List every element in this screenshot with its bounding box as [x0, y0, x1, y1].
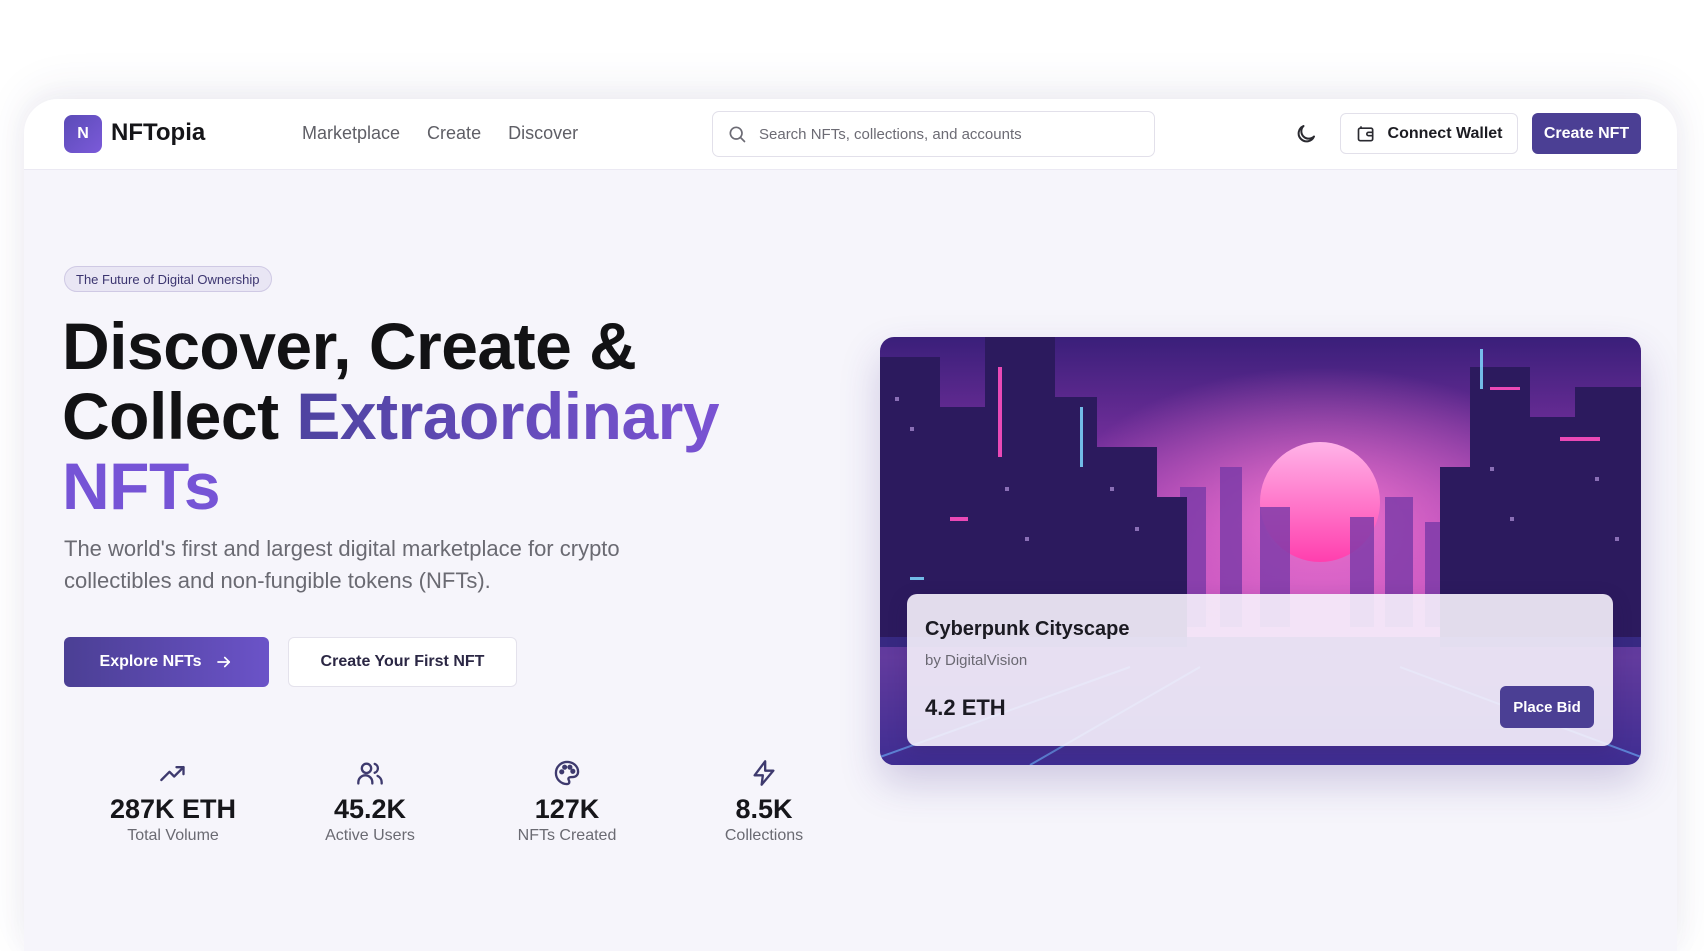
users-icon [357, 762, 383, 785]
nft-title[interactable]: Cyberpunk Cityscape [925, 618, 1130, 641]
create-nft-button[interactable]: Create NFT [1532, 113, 1641, 154]
navbar: N NFTopia Marketplace Create Discover Co… [24, 99, 1677, 170]
moon-icon[interactable] [1294, 122, 1318, 146]
hero-headline: Discover, Create & Collect Extraordinary… [62, 311, 822, 521]
nft-info-panel: Cyberpunk Cityscape by DigitalVision 4.2… [907, 594, 1613, 746]
stat-active-users: 45.2K Active Users [280, 759, 460, 845]
brand-name[interactable]: NFTopia [111, 119, 205, 147]
nft-creator[interactable]: by DigitalVision [925, 652, 1027, 669]
stat-total-volume: 287K ETH Total Volume [83, 759, 263, 845]
arrow-right-icon [217, 656, 231, 668]
place-bid-button[interactable]: Place Bid [1500, 686, 1594, 728]
search-icon [729, 126, 746, 143]
nav-link-discover[interactable]: Discover [508, 123, 578, 144]
stat-collections: 8.5K Collections [674, 759, 854, 845]
featured-nft-card[interactable]: Cyberpunk Cityscape by DigitalVision 4.2… [880, 337, 1641, 765]
headline-line-1: Discover, Create & [62, 309, 637, 383]
headline-accent-word: Extraordinary [296, 379, 720, 453]
search-input[interactable] [759, 125, 1139, 143]
explore-nfts-button[interactable]: Explore NFTs [64, 637, 269, 687]
nav-links: Marketplace Create Discover [302, 123, 578, 144]
palette-icon [554, 760, 580, 786]
app-window: N NFTopia Marketplace Create Discover Co… [24, 99, 1677, 951]
stat-value: 8.5K [735, 794, 793, 824]
search-box[interactable] [712, 111, 1155, 157]
nft-price: 4.2 ETH [925, 695, 1006, 720]
create-first-nft-button[interactable]: Create Your First NFT [288, 637, 517, 687]
nav-link-create[interactable]: Create [427, 123, 481, 144]
stat-label: NFTs Created [517, 827, 617, 844]
stat-label: Total Volume [127, 827, 219, 844]
hero-subtitle: The world's first and largest digital ma… [64, 536, 620, 593]
stat-label: Active Users [325, 827, 415, 844]
connect-wallet-button[interactable]: Connect Wallet [1340, 113, 1518, 154]
nav-link-marketplace[interactable]: Marketplace [302, 123, 400, 144]
wallet-icon [1357, 125, 1374, 141]
stat-value: 45.2K [333, 794, 407, 824]
stat-label: Collections [724, 827, 804, 844]
stat-nfts-created: 127K NFTs Created [477, 759, 657, 845]
explore-nfts-label: Explore NFTs [99, 653, 202, 670]
stat-value: 127K [534, 794, 600, 824]
trending-up-icon [160, 766, 185, 782]
hero-badge: The Future of Digital Ownership [64, 266, 272, 292]
connect-wallet-label: Connect Wallet [1387, 124, 1503, 142]
zap-icon [753, 760, 775, 786]
headline-line-2-plain: Collect [62, 379, 297, 453]
logo-mark[interactable]: N [64, 115, 102, 153]
stat-value: 287K ETH [109, 794, 237, 824]
headline-accent-nfts: NFTs [62, 449, 221, 523]
